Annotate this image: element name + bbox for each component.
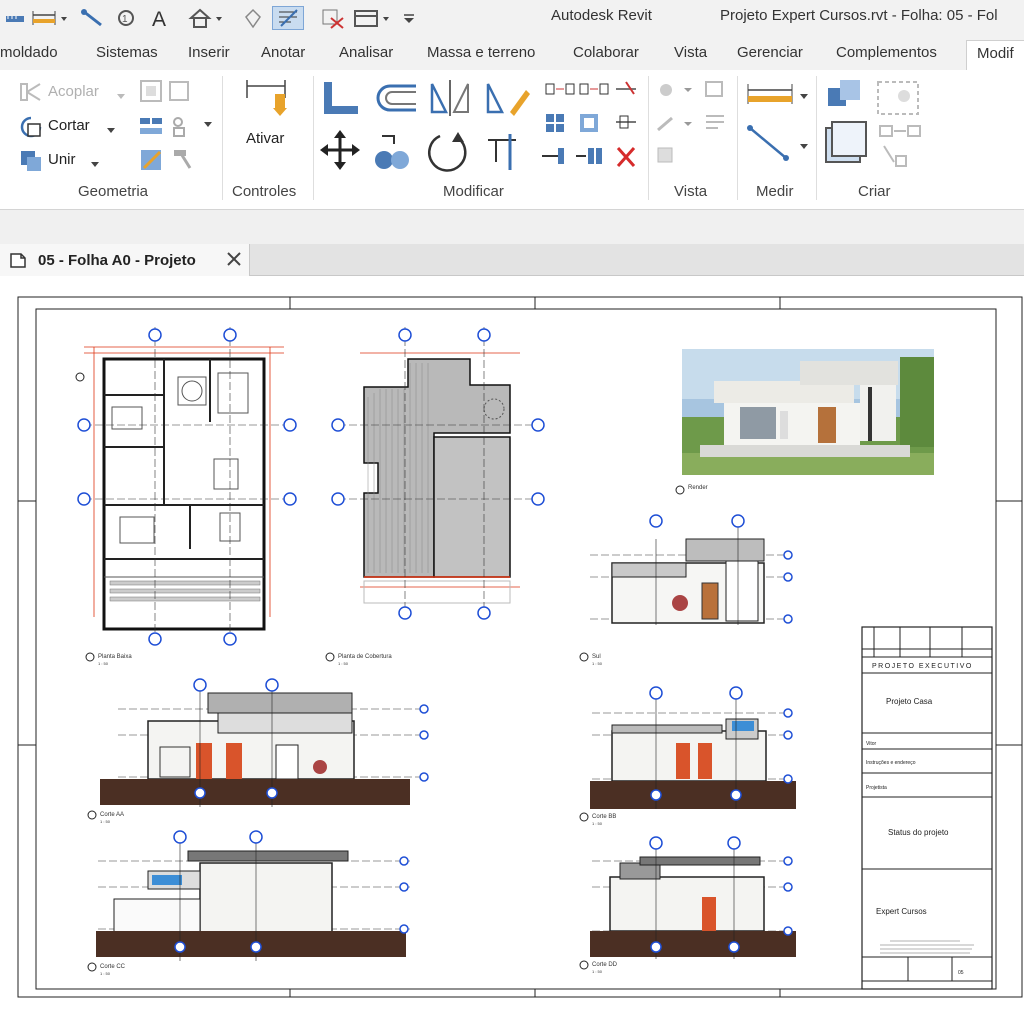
align-icon[interactable] — [78, 6, 106, 30]
app-title: Autodesk Revit — [551, 7, 652, 24]
title-block-company: Expert Cursos — [876, 907, 927, 916]
view-panel-label: Vista — [674, 183, 708, 200]
controls-panel-label: Controles — [232, 183, 297, 200]
roof-plan-view[interactable]: Planta de Cobertura 1 : 50 — [325, 327, 545, 666]
title-block-header: PROJETO EXECUTIVO — [872, 663, 973, 670]
text-icon[interactable]: A — [146, 6, 174, 30]
tab-sistemas[interactable]: Sistemas — [96, 44, 158, 61]
wall-join-icon[interactable] — [138, 78, 190, 109]
title-block-client: Vitor — [866, 741, 877, 747]
title-block-sheet-number: 05 — [958, 970, 964, 976]
planta-baixa-title: Planta Baixa — [98, 654, 132, 660]
create-panel-label: Criar — [858, 183, 891, 200]
dimension-icon[interactable] — [30, 6, 70, 30]
view-tab-folha-a0[interactable]: 05 - Folha A0 - Projeto — [0, 244, 250, 276]
measure-icon[interactable] — [2, 6, 28, 30]
ribbon-tabs: moldado Sistemas Inserir Anotar Analisar… — [0, 36, 1024, 70]
tab-complementos[interactable]: Complementos — [836, 44, 937, 61]
close-hidden-icon[interactable] — [318, 6, 348, 30]
chevron-down-icon — [106, 122, 116, 140]
tab-gerenciar[interactable]: Gerenciar — [737, 44, 803, 61]
corte-dd-title: Corte DD — [592, 962, 618, 968]
create-tools-icon[interactable] — [822, 76, 932, 181]
thin-lines-icon[interactable] — [272, 6, 304, 30]
options-bar — [0, 210, 1024, 246]
cortar-button[interactable]: Cortar — [48, 117, 90, 134]
panel-separator — [648, 76, 649, 200]
corte-aa-scale: 1 : 50 — [100, 819, 111, 824]
geometry-panel-label: Geometria — [78, 183, 149, 200]
view-tab-label: 05 - Folha A0 - Projeto — [38, 252, 196, 269]
home-icon[interactable] — [188, 6, 230, 30]
panel-separator — [737, 76, 738, 200]
section-bb-view[interactable]: Corte BB 1 : 50 — [579, 686, 796, 826]
acoplar-icon — [18, 80, 44, 109]
modify-panel-label: Modificar — [443, 183, 504, 200]
render-view[interactable]: Render — [675, 349, 934, 495]
acoplar-button[interactable]: Acoplar — [48, 83, 99, 100]
tab-vista[interactable]: Vista — [674, 44, 707, 61]
chevron-down-icon — [90, 156, 100, 174]
activate-icon[interactable] — [243, 76, 291, 131]
tab-modificar[interactable]: Modif — [966, 40, 1024, 70]
corte-dd-scale: 1 : 50 — [592, 969, 603, 974]
unir-button[interactable]: Unir — [48, 151, 76, 168]
drawing-area[interactable]: Planta Baixa 1 : 50 Planta de Cobertura … — [0, 277, 1024, 1024]
paint-icon[interactable] — [138, 146, 198, 179]
chevron-down-icon — [116, 88, 126, 106]
split-face-icon[interactable] — [138, 112, 218, 145]
corte-bb-title: Corte BB — [592, 814, 616, 820]
title-block-project: Projeto Casa — [886, 697, 933, 706]
planta-cobertura-title: Planta de Cobertura — [338, 654, 392, 660]
measure-panel-label: Medir — [756, 183, 794, 200]
panel-separator — [222, 76, 223, 200]
title-block[interactable]: PROJETO EXECUTIVO Projeto Casa Vitor Ins… — [861, 626, 993, 990]
panel-separator — [313, 76, 314, 200]
switch-windows-icon[interactable] — [352, 6, 396, 30]
section-icon[interactable] — [240, 6, 266, 30]
tab-massa-e-terreno[interactable]: Massa e terreno — [427, 44, 535, 61]
sheet-drawing: Planta Baixa 1 : 50 Planta de Cobertura … — [17, 296, 1023, 998]
corte-aa-title: Corte AA — [100, 812, 124, 818]
sheet-icon — [8, 250, 28, 275]
planta-cobertura-scale: 1 : 50 — [338, 661, 349, 666]
ribbon-panel: Acoplar Cortar Unir Geometria Ativar Con… — [0, 70, 1024, 210]
sul-title: Sul — [592, 654, 601, 660]
corte-bb-scale: 1 : 50 — [592, 821, 603, 826]
title-block-address: Instruções e endereço — [866, 760, 916, 766]
cut-icon[interactable] — [18, 114, 44, 145]
sul-scale: 1 : 50 — [592, 661, 603, 666]
view-tools-icon[interactable] — [654, 78, 734, 183]
tab-analisar[interactable]: Analisar — [339, 44, 393, 61]
tab-anotar[interactable]: Anotar — [261, 44, 305, 61]
measure-tools-icon[interactable] — [744, 82, 812, 169]
svg-text:A: A — [152, 8, 166, 29]
panel-separator — [816, 76, 817, 200]
title-block-status: Status do projeto — [888, 828, 949, 837]
join-icon[interactable] — [18, 148, 44, 179]
corte-cc-title: Corte CC — [100, 964, 126, 970]
planta-baixa-scale: 1 : 50 — [98, 661, 109, 666]
section-dd-view[interactable]: Corte DD 1 : 50 — [579, 836, 796, 974]
view-tabs-bar: 05 - Folha A0 - Projeto — [0, 244, 1024, 276]
document-title: Projeto Expert Cursos.rvt - Folha: 05 - … — [720, 7, 998, 24]
tab-colaborar[interactable]: Colaborar — [573, 44, 639, 61]
modify-tools-icon[interactable] — [320, 78, 650, 188]
title-bar: 1 A Autodesk Revit Projeto Expert Cursos… — [0, 0, 1024, 36]
section-aa-view[interactable]: Corte AA 1 : 50 — [87, 678, 429, 824]
floor-plan-view[interactable]: Planta Baixa 1 : 50 — [75, 327, 297, 666]
render-title: Render — [688, 485, 708, 491]
title-block-designers: Projetista — [866, 785, 887, 791]
south-elevation-view[interactable]: Sul 1 : 50 — [579, 514, 793, 666]
tab-moldado[interactable]: moldado — [0, 44, 58, 61]
close-icon[interactable] — [226, 251, 242, 272]
corte-cc-scale: 1 : 50 — [100, 971, 111, 976]
tab-inserir[interactable]: Inserir — [188, 44, 230, 61]
svg-text:1: 1 — [122, 14, 128, 25]
customize-qa-icon[interactable] — [400, 6, 418, 30]
section-cc-view[interactable]: Corte CC 1 : 50 — [87, 830, 410, 976]
ativar-button[interactable]: Ativar — [246, 130, 284, 147]
tag-icon[interactable]: 1 — [112, 6, 140, 30]
